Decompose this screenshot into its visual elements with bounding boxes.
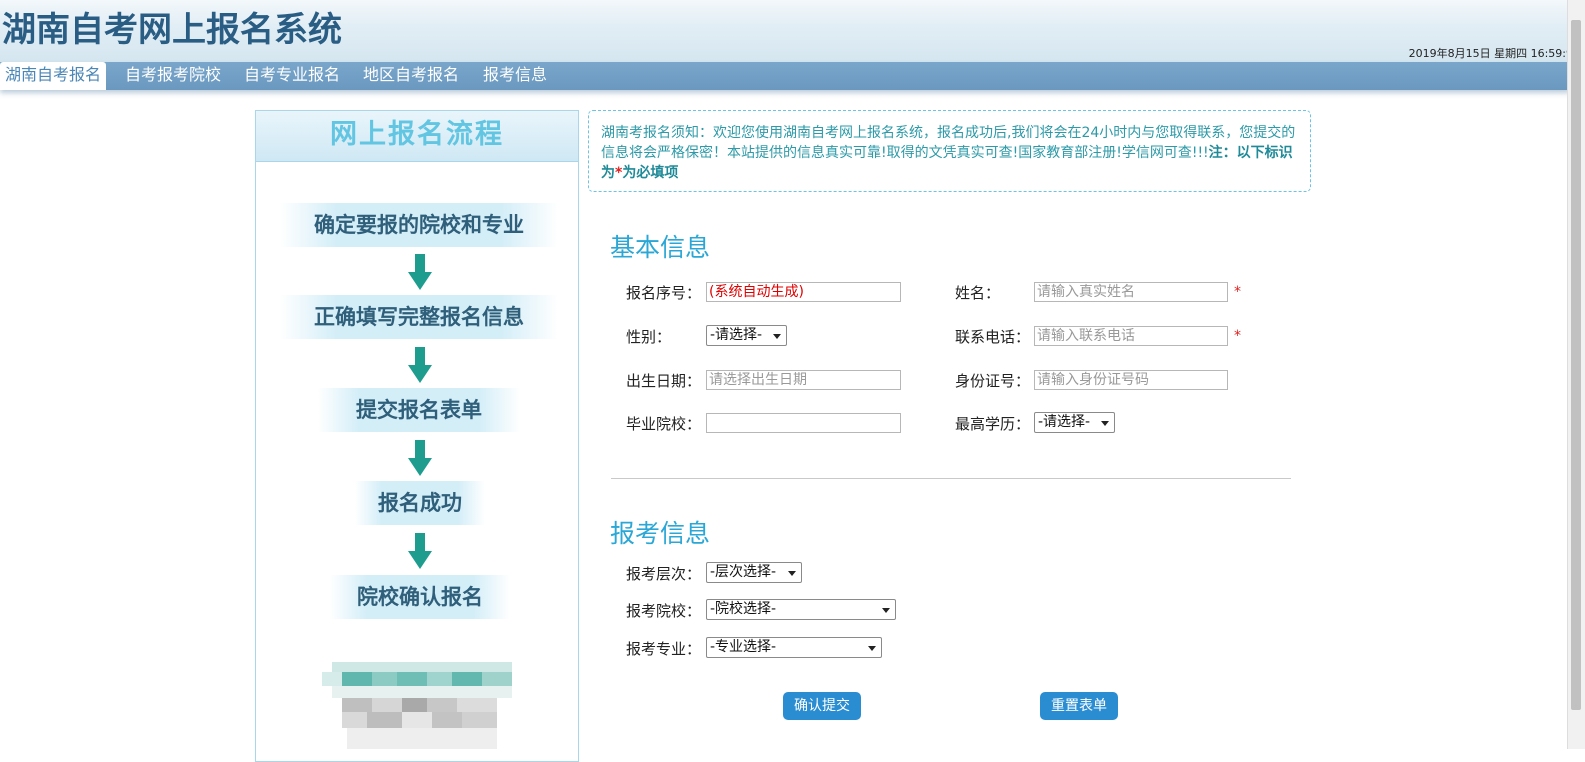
exam-college-select-value: -院校选择- <box>710 601 777 617</box>
page-scrollbar[interactable] <box>1567 0 1585 749</box>
chevron-down-icon <box>1101 421 1109 426</box>
name-input[interactable]: 请输入真实姓名 <box>1034 282 1228 302</box>
pixelated-image <box>322 662 512 749</box>
nav-item-majors[interactable]: 自考专业报名 <box>239 62 345 90</box>
serial-number-label: 报名序号： <box>626 284 702 302</box>
nav-item-exam-info[interactable]: 报考信息 <box>478 62 552 90</box>
chevron-down-icon <box>788 571 796 576</box>
exam-level-select[interactable]: -层次选择- <box>706 562 802 583</box>
notice-text: 湖南考报名须知：欢迎您使用湖南自考网上报名系统，报名成功后,我们将会在24小时内… <box>601 125 1296 161</box>
flow-step-4: 报名成功 <box>355 481 485 525</box>
main-nav: 湖南自考报名 自考报考院校 自考专业报名 地区自考报名 报考信息 <box>0 62 1570 90</box>
reset-button[interactable]: 重置表单 <box>1040 692 1118 720</box>
notice-note-suffix: 为必填项 <box>622 165 679 181</box>
exam-info-title: 报考信息 <box>610 519 711 548</box>
id-number-input[interactable]: 请输入身份证号码 <box>1034 370 1228 390</box>
graduate-school-label: 毕业院校： <box>626 415 702 433</box>
birth-date-input[interactable]: 请选择出生日期 <box>706 370 901 390</box>
phone-label: 联系电话： <box>955 328 1031 346</box>
graduate-school-input[interactable] <box>706 413 901 433</box>
chevron-down-icon <box>868 646 876 651</box>
exam-major-label: 报考专业： <box>626 640 702 658</box>
down-arrow-icon <box>408 533 432 569</box>
gender-select-value: -请选择- <box>710 327 763 343</box>
name-label: 姓名： <box>955 284 1001 302</box>
exam-major-select[interactable]: -专业选择- <box>706 637 882 658</box>
chevron-down-icon <box>773 334 781 339</box>
basic-info-title: 基本信息 <box>610 233 711 262</box>
gender-label: 性别： <box>626 328 672 346</box>
exam-level-select-value: -层次选择- <box>710 564 777 580</box>
education-label: 最高学历： <box>955 415 1031 433</box>
section-divider <box>611 478 1291 479</box>
exam-major-select-value: -专业选择- <box>710 639 777 655</box>
chevron-down-icon <box>882 608 890 613</box>
nav-item-regions[interactable]: 地区自考报名 <box>358 62 464 90</box>
scrollbar-thumb[interactable] <box>1571 20 1581 710</box>
education-select-value: -请选择- <box>1038 414 1091 430</box>
birth-date-label: 出生日期： <box>626 372 702 390</box>
down-arrow-icon <box>408 440 432 476</box>
exam-level-label: 报考层次： <box>626 565 702 583</box>
exam-college-label: 报考院校： <box>626 602 702 620</box>
phone-input[interactable]: 请输入联系电话 <box>1034 326 1228 346</box>
site-title: 湖南自考网上报名系统 <box>2 10 342 50</box>
nav-item-hunan-zikao-signup[interactable]: 湖南自考报名 <box>0 62 107 90</box>
flow-step-1: 确定要报的院校和专业 <box>280 203 558 247</box>
nav-item-colleges[interactable]: 自考报考院校 <box>120 62 226 90</box>
site-header: 湖南自考网上报名系统 2019年8月15日 星期四 16:59:9 <box>0 0 1585 62</box>
down-arrow-icon <box>408 347 432 383</box>
current-datetime: 2019年8月15日 星期四 16:59:9 <box>1408 47 1573 60</box>
signup-notice: 湖南考报名须知：欢迎您使用湖南自考网上报名系统，报名成功后,我们将会在24小时内… <box>588 110 1311 192</box>
serial-number-field[interactable]: (系统自动生成) <box>706 282 901 302</box>
id-number-label: 身份证号： <box>955 372 1031 390</box>
education-select[interactable]: -请选择- <box>1034 412 1115 433</box>
down-arrow-icon <box>408 254 432 290</box>
flow-step-5: 院校确认报名 <box>330 575 510 619</box>
submit-button[interactable]: 确认提交 <box>783 692 861 720</box>
phone-required-mark: * <box>1234 328 1241 344</box>
gender-select[interactable]: -请选择- <box>706 325 787 346</box>
name-required-mark: * <box>1234 284 1241 300</box>
exam-college-select[interactable]: -院校选择- <box>706 599 896 620</box>
flow-step-2: 正确填写完整报名信息 <box>280 295 558 339</box>
flow-title: 网上报名流程 <box>256 111 578 162</box>
flow-step-3: 提交报名表单 <box>318 388 520 432</box>
